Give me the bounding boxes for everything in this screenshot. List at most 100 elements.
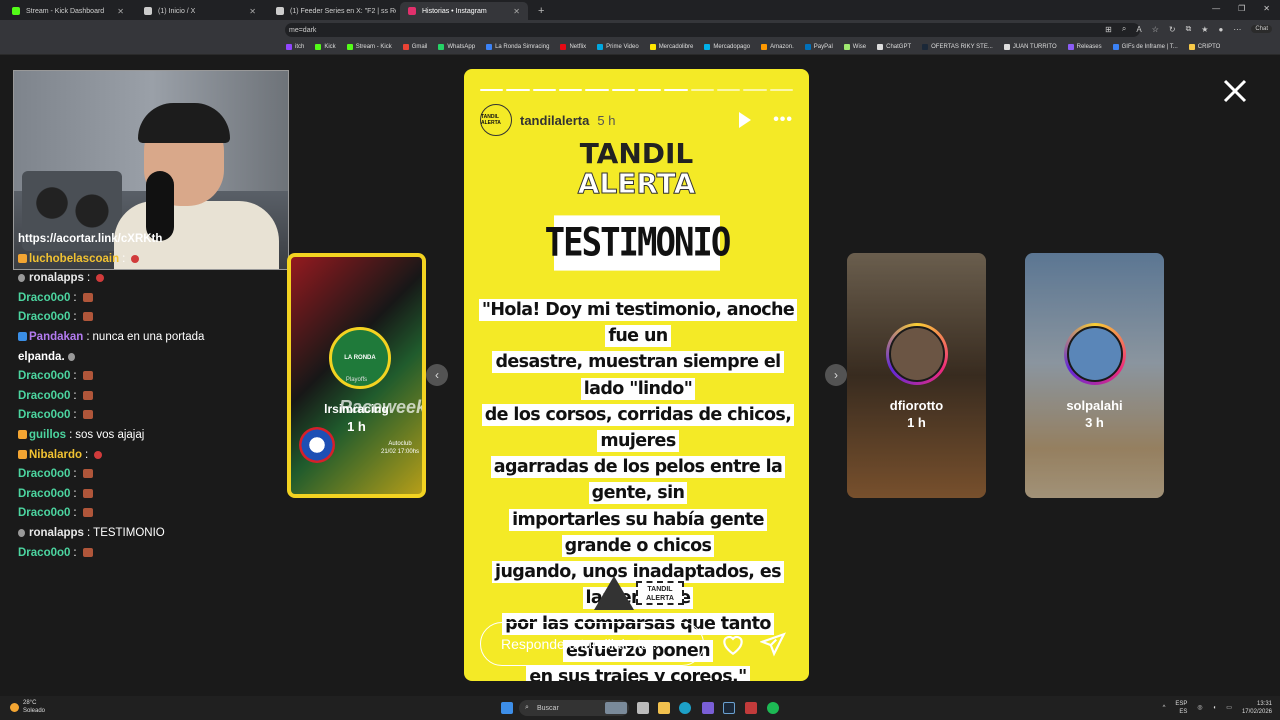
browser-tab[interactable]: (1) Feeder Series en X: "F2 | ss Re...✕ bbox=[268, 2, 396, 20]
chat-username[interactable]: Nibalardo bbox=[29, 449, 82, 461]
send-icon[interactable] bbox=[760, 631, 786, 657]
spotify-icon[interactable] bbox=[767, 702, 779, 714]
chat-username[interactable]: Draco0o0 bbox=[18, 547, 70, 559]
extensions-icon[interactable]: ⧉ bbox=[1186, 24, 1192, 34]
chat-username[interactable]: Draco0o0 bbox=[18, 488, 70, 500]
chat-username[interactable]: guillos bbox=[29, 429, 66, 441]
chat-username[interactable]: luchobelascoain bbox=[29, 253, 119, 265]
bookmark-label: Gmail bbox=[411, 44, 428, 50]
active-story[interactable]: TANDIL ALERTA tandilalerta 5 h ••• TANDI… bbox=[464, 69, 809, 681]
restore-icon[interactable]: ❐ bbox=[1238, 4, 1245, 13]
bookmark-item[interactable]: CRIPTO bbox=[1188, 44, 1220, 50]
story-preview-solpalahi[interactable]: solpalahi 3 h bbox=[1025, 253, 1164, 498]
bookmark-item[interactable]: GIFs de Inframe | T... bbox=[1112, 44, 1178, 50]
bookmark-item[interactable]: WhatsApp bbox=[438, 44, 475, 50]
tab-close-icon[interactable]: ✕ bbox=[249, 7, 256, 16]
chat-username[interactable]: Draco0o0 bbox=[18, 468, 70, 480]
bookmark-item[interactable]: ChatGPT bbox=[877, 44, 911, 50]
volume-icon[interactable]: ◖ bbox=[1213, 704, 1217, 712]
chat-button[interactable]: Chat bbox=[1251, 25, 1272, 33]
widgets-icon[interactable] bbox=[605, 702, 627, 714]
bookmark-item[interactable]: Mercadolibre bbox=[649, 44, 693, 50]
chat-username[interactable]: Draco0o0 bbox=[18, 390, 70, 402]
install-app-icon[interactable]: ⊞ bbox=[1105, 25, 1112, 34]
browser-tab[interactable]: Stream - Kick Dashboard ✕ bbox=[4, 2, 132, 20]
chat-username[interactable]: Pandakan bbox=[29, 331, 83, 343]
story-preview-lrsimracing[interactable]: LA RONDA Playoffs lrsimracing Raceweek 1… bbox=[287, 253, 426, 498]
discord-icon[interactable] bbox=[702, 702, 714, 714]
bookmark-item[interactable]: OFERTAS RIKY STE... bbox=[922, 44, 993, 50]
browser-tab[interactable]: Historias • Instagram ✕ bbox=[400, 2, 528, 20]
bookmark-item[interactable]: La Ronda Simracing bbox=[486, 44, 549, 50]
chat-separator: : bbox=[122, 252, 126, 265]
url-field[interactable]: me=dark bbox=[285, 23, 1140, 37]
bookmark-favicon-icon bbox=[486, 44, 493, 50]
favorites-icon[interactable]: ★ bbox=[1201, 25, 1208, 34]
app-icon[interactable] bbox=[745, 702, 757, 714]
task-view-icon[interactable] bbox=[637, 702, 649, 714]
bookmark-item[interactable]: JUAN TURRITO bbox=[1003, 44, 1057, 50]
close-window-icon[interactable]: ✕ bbox=[1263, 4, 1270, 13]
story-username[interactable]: tandilalerta bbox=[520, 113, 589, 128]
chat-username[interactable]: ronalapps bbox=[29, 272, 84, 284]
minimize-icon[interactable]: — bbox=[1212, 4, 1220, 13]
story-avatar[interactable]: TANDIL ALERTA bbox=[480, 104, 512, 136]
bookmark-favicon-icon bbox=[922, 44, 929, 50]
read-aloud-icon[interactable]: A bbox=[1136, 25, 1141, 34]
bookmark-item[interactable]: itch bbox=[286, 44, 304, 50]
clock[interactable]: 13:31 17/02/2026 bbox=[1242, 700, 1272, 716]
bookmark-item[interactable]: Gmail bbox=[402, 44, 428, 50]
windows-start-icon[interactable] bbox=[501, 702, 513, 714]
tray-chevron-icon[interactable]: ^ bbox=[1163, 704, 1166, 712]
edge-icon[interactable] bbox=[679, 702, 691, 714]
network-icon[interactable]: ◎ bbox=[1197, 704, 1202, 712]
more-options-icon[interactable]: ••• bbox=[773, 111, 793, 129]
overlay-event: Autoclub 21/02 17:00hs bbox=[381, 440, 419, 456]
bookmark-label: Amazon. bbox=[770, 44, 794, 50]
quote-line: desastre, muestran siempre el lado "lind… bbox=[478, 349, 798, 401]
chat-link[interactable]: https://acortar.link/cXRKth bbox=[18, 230, 278, 250]
zoom-icon[interactable]: ⌕ bbox=[1122, 24, 1126, 34]
next-story-button[interactable]: › bbox=[825, 364, 847, 386]
language-indicator[interactable]: ESP ES bbox=[1175, 700, 1187, 716]
sun-icon bbox=[10, 702, 19, 712]
heart-icon[interactable] bbox=[720, 631, 746, 657]
profile-icon[interactable]: ● bbox=[1218, 25, 1223, 34]
bookmark-item[interactable]: Amazon. bbox=[761, 44, 794, 50]
story-preview-dfiorotto[interactable]: dfiorotto 1 h bbox=[847, 253, 986, 498]
tab-close-icon[interactable]: ✕ bbox=[117, 7, 124, 16]
tab-close-icon[interactable]: ✕ bbox=[513, 7, 520, 16]
close-icon[interactable] bbox=[1222, 78, 1248, 104]
weather-widget[interactable]: 28°C Soleado bbox=[10, 699, 45, 715]
bookmark-item[interactable]: Kick bbox=[315, 44, 336, 50]
chat-username[interactable]: Draco0o0 bbox=[18, 311, 70, 323]
bookmark-item[interactable]: Mercadopago bbox=[704, 44, 750, 50]
menu-dots-icon[interactable]: ⋯ bbox=[1233, 25, 1241, 34]
chat-username[interactable]: Draco0o0 bbox=[18, 409, 70, 421]
chat-username[interactable]: Draco0o0 bbox=[18, 507, 70, 519]
browser-tab[interactable]: (1) Inicio / X ✕ bbox=[136, 2, 264, 20]
chat-separator: : bbox=[73, 291, 77, 304]
reply-input[interactable]: Responde a tandilalerta... bbox=[480, 622, 704, 666]
bookmark-item[interactable]: Releases bbox=[1067, 44, 1102, 50]
steam-icon[interactable] bbox=[723, 702, 735, 714]
new-tab-button[interactable]: + bbox=[538, 5, 544, 17]
prev-story-button[interactable]: ‹ bbox=[426, 364, 448, 386]
weather-desc: Soleado bbox=[23, 708, 46, 714]
play-icon[interactable] bbox=[739, 112, 752, 128]
bookmark-item[interactable]: PayPal bbox=[804, 44, 833, 50]
refresh-icon[interactable]: ↻ bbox=[1169, 25, 1176, 34]
bookmark-item[interactable]: Prime Video bbox=[597, 44, 639, 50]
bookmark-item[interactable]: Stream - Kick bbox=[346, 44, 392, 50]
chat-username[interactable]: ronalapps bbox=[29, 527, 84, 539]
chat-message: ronalapps: bbox=[18, 269, 278, 289]
chat-username[interactable]: Draco0o0 bbox=[18, 292, 70, 304]
bookmark-item[interactable]: Wise bbox=[843, 44, 866, 50]
file-explorer-icon[interactable] bbox=[658, 702, 670, 714]
bookmark-star-icon[interactable]: ☆ bbox=[1152, 25, 1159, 34]
weather-temp: 28°C bbox=[23, 700, 37, 706]
bookmark-item[interactable]: Netflix bbox=[560, 44, 586, 50]
battery-icon[interactable]: ▭ bbox=[1226, 704, 1232, 712]
bookmark-label: WhatsApp bbox=[447, 44, 476, 50]
chat-username[interactable]: Draco0o0 bbox=[18, 370, 70, 382]
